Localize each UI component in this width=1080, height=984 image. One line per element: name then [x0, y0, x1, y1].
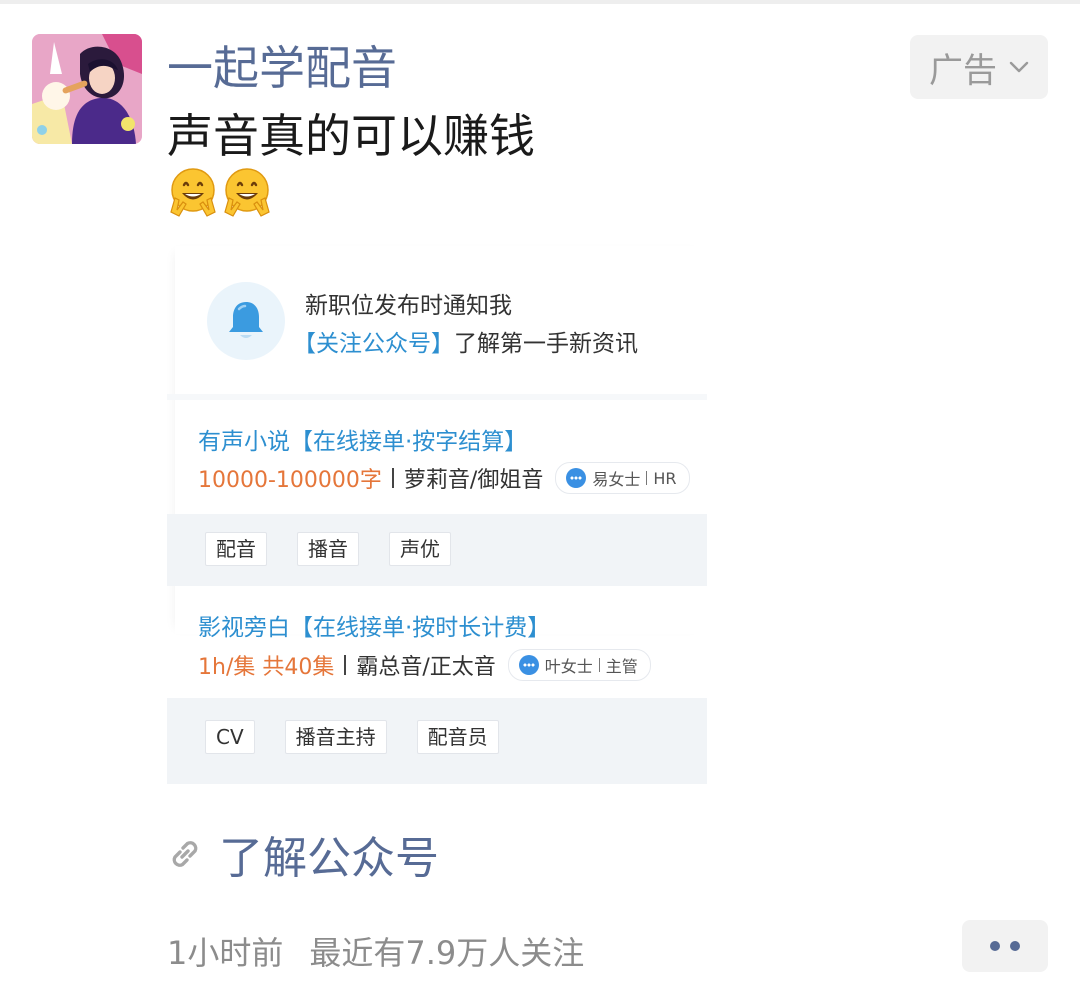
tag: 声优: [389, 532, 451, 566]
job-meta: 10000-100000字 萝莉音/御姐音 易女士 HR: [198, 462, 690, 494]
chat-bubble-icon: [518, 655, 539, 675]
smile-peace-emoji: [224, 168, 270, 217]
bell-icon: [229, 302, 263, 338]
tag: 播音: [297, 532, 359, 566]
contact-chip[interactable]: 易女士 HR: [555, 462, 690, 494]
learn-link-label: 了解公众号: [219, 833, 439, 884]
divider: [167, 394, 707, 400]
job-salary: 10000-100000字: [198, 468, 382, 493]
post-time: 1小时前: [167, 934, 284, 972]
link-icon: [172, 841, 198, 867]
more-dot-icon: [1010, 941, 1020, 951]
contact-role: HR: [653, 468, 677, 488]
job-voice-type: 萝莉音/御姐音: [403, 468, 544, 493]
job-salary: 1h/集 共40集: [198, 655, 335, 680]
more-options-button[interactable]: [962, 920, 1048, 972]
more-dot-icon: [990, 941, 1000, 951]
separator: [344, 655, 347, 675]
job-meta: 1h/集 共40集 霸总音/正太音 叶女士 主管: [198, 649, 651, 681]
contact-chip[interactable]: 叶女士 主管: [507, 649, 651, 681]
bell-badge: [207, 282, 285, 360]
tag: CV: [205, 720, 255, 754]
ad-card[interactable]: 新职位发布时通知我 【关注公众号】了解第一手新资讯 有声小说【在线接单·按字结算…: [167, 240, 707, 784]
job-title[interactable]: 影视旁白【在线接单·按时长计费】: [198, 608, 550, 642]
separator: [391, 468, 394, 488]
notify-title: 新职位发布时通知我: [305, 293, 512, 319]
chevron-down-icon: [1009, 61, 1029, 73]
account-name[interactable]: 一起学配音: [167, 38, 397, 98]
follower-count: 最近有7.9万人关注: [309, 934, 585, 972]
tag-list: CV 播音主持 配音员: [205, 720, 499, 754]
separator: [646, 471, 648, 485]
notify-description: 了解第一手新资讯: [454, 331, 638, 357]
tag: 配音: [205, 532, 267, 566]
tag: 播音主持: [284, 720, 387, 754]
separator: [598, 658, 600, 672]
emoji-row: [167, 166, 273, 218]
contact-role: 主管: [605, 657, 638, 676]
learn-official-account-link[interactable]: 了解公众号: [167, 822, 439, 886]
job-voice-type: 霸总音/正太音: [356, 655, 496, 680]
tag-list: 配音 播音 声优: [205, 532, 451, 566]
post-text: 声音真的可以赚钱: [167, 109, 535, 163]
avatar[interactable]: [32, 34, 142, 144]
notify-subtitle: 【关注公众号】了解第一手新资讯: [293, 324, 638, 358]
contact-name: 易女士: [592, 470, 641, 489]
top-divider: [0, 0, 1080, 4]
smile-peace-emoji: [170, 168, 216, 217]
tag: 配音员: [416, 720, 499, 754]
chat-bubble-icon: [566, 468, 587, 488]
ad-label: 广告: [929, 50, 997, 91]
contact-name: 叶女士: [544, 657, 593, 676]
post-footer: 1小时前 最近有7.9万人关注: [167, 928, 584, 974]
ad-badge-button[interactable]: 广告: [910, 35, 1048, 99]
job-title[interactable]: 有声小说【在线接单·按字结算】: [198, 422, 527, 456]
follow-official-account-link[interactable]: 【关注公众号】: [293, 331, 454, 357]
